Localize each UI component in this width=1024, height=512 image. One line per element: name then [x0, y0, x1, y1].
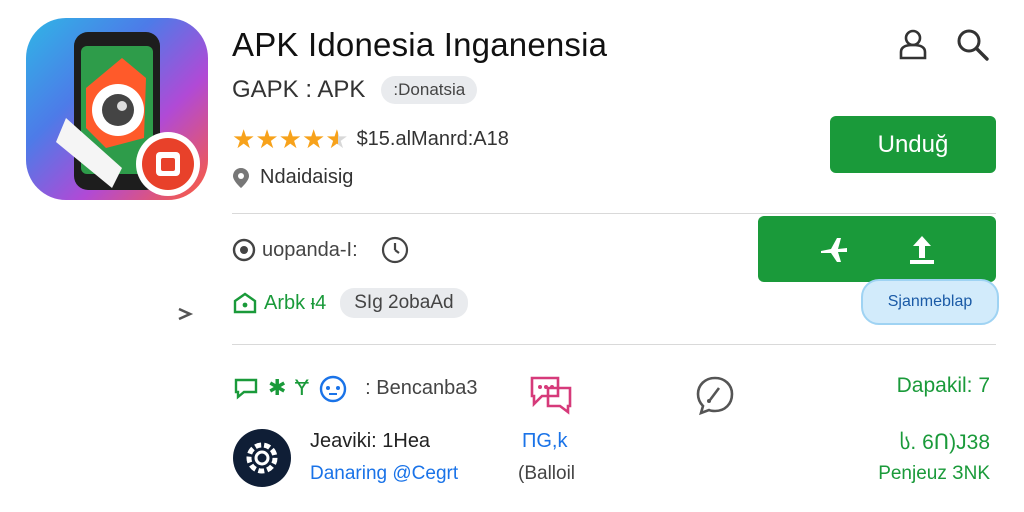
chevron-right-icon[interactable]	[176, 303, 198, 325]
app-icon	[26, 18, 208, 200]
search-icon[interactable]	[956, 28, 990, 62]
timer-icon[interactable]	[380, 235, 410, 265]
gear-icon	[233, 429, 291, 487]
right-subtitle: Penjeuz ЗNK	[878, 463, 990, 484]
subtitle-row: GAPK : APK :Donatsia	[232, 76, 478, 104]
app-avatar[interactable]	[232, 428, 292, 493]
rating-text: $15.alManrd:A18	[356, 127, 509, 150]
message-button[interactable]	[526, 372, 574, 421]
tool-icon: Ɏ	[294, 375, 310, 400]
star-icon: ★	[301, 124, 326, 154]
sparkle-icon: ✱	[268, 375, 287, 400]
search-button[interactable]	[956, 28, 990, 67]
expand-chevron[interactable]	[176, 303, 198, 330]
app-subtitle[interactable]: Danaring @Cegrt	[310, 463, 458, 485]
row1-right-value: Dapakil: 7	[896, 374, 990, 397]
half-star-icon: ★	[325, 124, 349, 154]
features-row: ✱ Ɏ : Bencanba3	[232, 372, 477, 404]
upload-icon	[910, 236, 934, 264]
download-button[interactable]: Unduğ	[830, 116, 996, 173]
person-icon[interactable]	[898, 28, 928, 60]
star-icon: ★	[232, 124, 256, 154]
location-row: Ndaidaisig	[232, 166, 353, 189]
badge-chip[interactable]: SIg 2obaAd	[340, 288, 468, 318]
features-label: : Bencanba3	[365, 376, 478, 399]
rating-row: ★ ★ ★ ★ ★ $15.alManrd:A18	[232, 126, 509, 152]
location-text: Ndaidaisig	[260, 166, 354, 188]
comment-button[interactable]	[694, 374, 736, 421]
star-icon: ★	[255, 124, 279, 154]
messages-icon[interactable]	[526, 372, 574, 416]
chat-bubble-icon	[234, 378, 258, 400]
shop-icon	[233, 292, 257, 314]
verified-badge: Arbk ᵼ4	[232, 291, 326, 315]
divider	[232, 213, 996, 214]
right-value: ს. 6Ո)J38	[899, 431, 990, 454]
info-label: uopanda-I:	[262, 238, 358, 261]
mid-code: ПG,k	[522, 430, 568, 452]
developer-name[interactable]: GAPK : APK	[232, 76, 365, 104]
bot-icon	[319, 375, 347, 403]
secondary-button[interactable]: Sjanmeblap	[861, 279, 999, 325]
info-row: uopanda-I:	[232, 235, 410, 265]
divider	[232, 344, 996, 345]
location-pin-icon	[233, 167, 249, 188]
app-title: APK Idonesia Inganensia	[232, 26, 608, 63]
comment-icon[interactable]	[694, 374, 736, 416]
mid-subtitle: (Balloil	[518, 463, 576, 484]
clock-icon	[232, 238, 256, 262]
badge-text: Arbk ᵼ4	[264, 291, 327, 314]
app-name[interactable]: Jeaviki: 1Hea	[310, 430, 430, 453]
category-chip[interactable]: :Donatsia	[381, 76, 478, 104]
action-button[interactable]	[758, 216, 996, 282]
airplane-icon	[821, 238, 847, 262]
badge-row: Arbk ᵼ4 SIg 2obaAd	[232, 288, 468, 318]
star-icon: ★	[278, 124, 302, 154]
account-button[interactable]	[898, 28, 928, 65]
